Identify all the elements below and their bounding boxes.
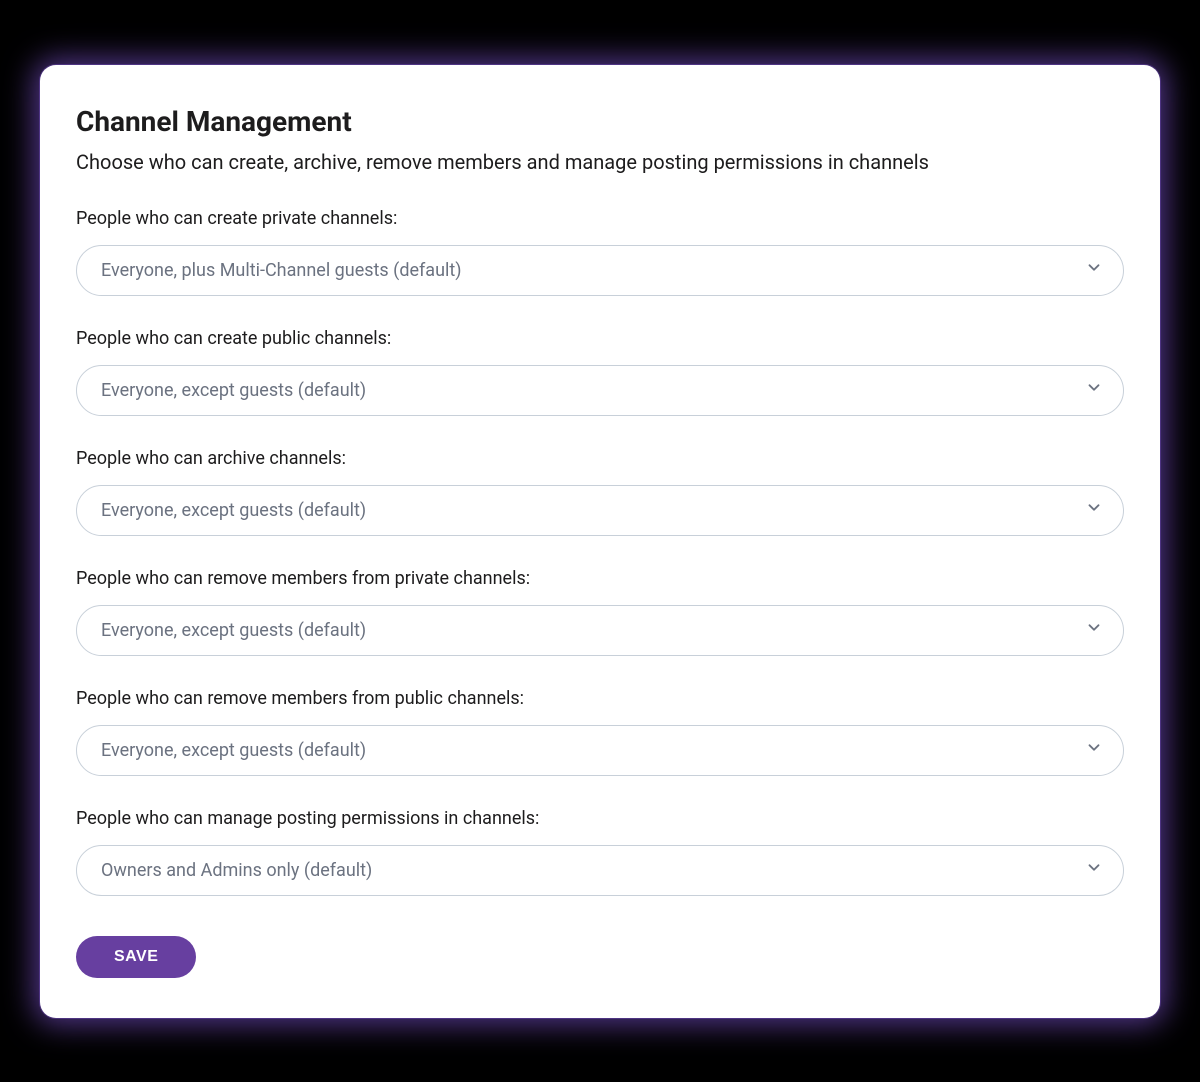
select-value: Everyone, plus Multi-Channel guests (def… [101,260,462,281]
chevron-down-icon [1085,619,1103,642]
field-remove-public: People who can remove members from publi… [76,688,1124,776]
page-title: Channel Management [76,105,1124,138]
field-archive: People who can archive channels: Everyon… [76,448,1124,536]
select-value: Owners and Admins only (default) [101,860,372,881]
field-label: People who can archive channels: [76,448,1124,469]
page-subtitle: Choose who can create, archive, remove m… [76,148,1124,176]
select-remove-private[interactable]: Everyone, except guests (default) [76,605,1124,656]
chevron-down-icon [1085,259,1103,282]
chevron-down-icon [1085,739,1103,762]
select-create-public[interactable]: Everyone, except guests (default) [76,365,1124,416]
channel-management-panel: Channel Management Choose who can create… [40,65,1160,1018]
chevron-down-icon [1085,499,1103,522]
field-label: People who can create public channels: [76,328,1124,349]
field-label: People who can remove members from publi… [76,688,1124,709]
select-value: Everyone, except guests (default) [101,740,366,761]
chevron-down-icon [1085,379,1103,402]
select-value: Everyone, except guests (default) [101,500,366,521]
chevron-down-icon [1085,859,1103,882]
field-label: People who can remove members from priva… [76,568,1124,589]
field-remove-private: People who can remove members from priva… [76,568,1124,656]
field-create-public: People who can create public channels: E… [76,328,1124,416]
select-remove-public[interactable]: Everyone, except guests (default) [76,725,1124,776]
field-label: People who can manage posting permission… [76,808,1124,829]
save-button[interactable]: SAVE [76,936,196,978]
select-posting-permissions[interactable]: Owners and Admins only (default) [76,845,1124,896]
field-create-private: People who can create private channels: … [76,208,1124,296]
select-value: Everyone, except guests (default) [101,380,366,401]
select-create-private[interactable]: Everyone, plus Multi-Channel guests (def… [76,245,1124,296]
select-archive[interactable]: Everyone, except guests (default) [76,485,1124,536]
select-value: Everyone, except guests (default) [101,620,366,641]
field-posting-permissions: People who can manage posting permission… [76,808,1124,896]
field-label: People who can create private channels: [76,208,1124,229]
